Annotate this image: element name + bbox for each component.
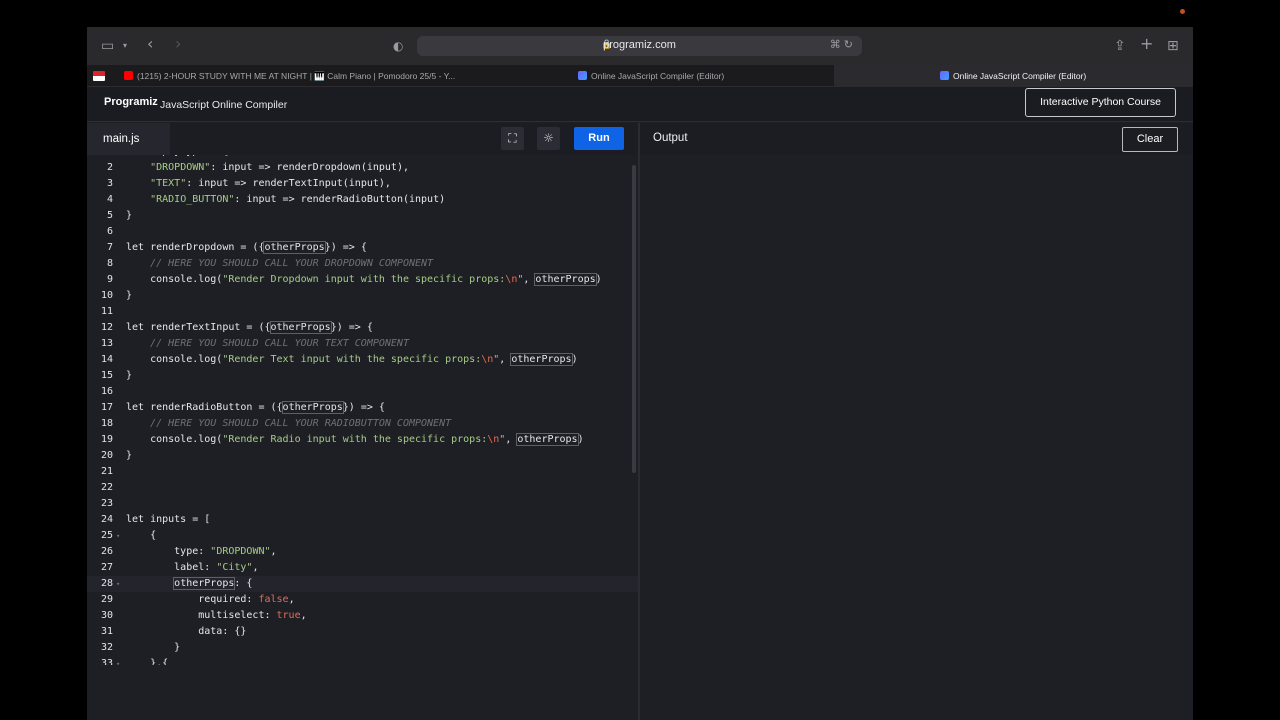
fullscreen-icon[interactable]: ⛶: [501, 127, 524, 150]
page-title: JavaScript Online Compiler: [160, 99, 288, 111]
code-line: 8 // HERE YOU SHOULD CALL YOUR DROPDOWN …: [106, 258, 434, 269]
code-line: 25 ▾ {: [100, 530, 157, 541]
theme-toggle-icon[interactable]: ☼: [537, 127, 560, 150]
code-editor[interactable]: 1let mapByType = { 2 "DROPDOWN": input =…: [87, 155, 638, 720]
tab-overview-icon[interactable]: ⊞: [1167, 37, 1179, 55]
output-header: Output Clear: [640, 123, 1193, 155]
code-line: 16: [100, 386, 113, 397]
run-button[interactable]: Run: [574, 127, 624, 150]
share-icon[interactable]: ⇪: [1114, 37, 1126, 55]
youtube-icon: [124, 71, 133, 80]
code-line: 22: [100, 482, 113, 493]
code-line: 23: [100, 498, 113, 509]
code-line: 19 console.log("Render Radio input with …: [100, 433, 584, 446]
code-line: 26 type: "DROPDOWN",: [100, 546, 277, 557]
code-line: 21: [100, 466, 113, 477]
address-bar[interactable]: 🔒 programiz.com ⌘↻: [417, 36, 862, 56]
flag-icon: [93, 71, 105, 81]
code-line: 33 ▾ },{: [100, 658, 169, 665]
browser-toolbar: ▭ ▾ ‹ › ◐ 🔒 programiz.com ⌘↻ ⇪ + ⊞: [87, 27, 1193, 65]
interactive-course-button[interactable]: Interactive Python Course: [1025, 88, 1176, 117]
code-line: 9 console.log("Render Dropdown input wit…: [106, 273, 602, 286]
code-line: 2 "DROPDOWN": input => renderDropdown(in…: [106, 162, 409, 173]
editor-scrollbar[interactable]: [632, 165, 636, 473]
tab-youtube[interactable]: (1215) 2-HOUR STUDY WITH ME AT NIGHT | 🎹…: [124, 65, 474, 87]
shield-icon[interactable]: ◐: [393, 37, 403, 55]
code-line: 27 label: "City",: [100, 562, 259, 573]
code-line: 12 let renderTextInput = ({otherProps}) =…: [100, 321, 373, 334]
recording-indicator: [1180, 9, 1185, 14]
code-line: 7 let renderDropdown = ({otherProps}) => …: [106, 241, 367, 254]
code-line: 15}: [100, 370, 133, 381]
sidebar-icon[interactable]: ▭: [101, 37, 114, 55]
code-line: 4 "RADIO_BUTTON": input => renderRadioBu…: [106, 194, 446, 205]
tab-bar: (1215) 2-HOUR STUDY WITH ME AT NIGHT | 🎹…: [87, 65, 1193, 87]
site-header: Programiz JavaScript Online Compiler Int…: [87, 87, 1193, 122]
code-line-active: 28 ▾ otherProps: {: [87, 576, 638, 592]
programiz-icon: [940, 71, 949, 80]
tab-label: (1215) 2-HOUR STUDY WITH ME AT NIGHT | 🎹…: [137, 71, 456, 81]
code-line: 31 data: {}: [100, 626, 247, 637]
editor-header: main.js ⛶ ☼ Run: [87, 123, 638, 155]
code-line: 18 // HERE YOU SHOULD CALL YOUR RADIOBUT…: [100, 418, 452, 429]
tab-label: Online JavaScript Compiler (Editor): [953, 71, 1087, 81]
code-line: 14 console.log("Render Text input with t…: [100, 353, 578, 366]
code-line: 10}: [100, 290, 133, 301]
url-text: programiz.com: [603, 39, 676, 51]
code-line: 13 // HERE YOU SHOULD CALL YOUR TEXT COM…: [100, 338, 409, 349]
browser-window: ▭ ▾ ‹ › ◐ 🔒 programiz.com ⌘↻ ⇪ + ⊞ (1215…: [87, 27, 1193, 720]
output-title: Output: [653, 132, 688, 144]
code-line: 6: [106, 226, 113, 237]
code-line: 24 let inputs = [: [100, 514, 211, 525]
new-tab-icon[interactable]: +: [1140, 35, 1153, 53]
programiz-logo[interactable]: Programiz: [104, 96, 158, 108]
tab-programiz-1[interactable]: Online JavaScript Compiler (Editor): [474, 65, 834, 87]
code-line: 17 let renderRadioButton = ({otherProps})…: [100, 401, 385, 414]
clear-button[interactable]: Clear: [1122, 127, 1178, 152]
code-line: 32 }: [100, 642, 181, 653]
code-line: 29 required: false,: [100, 594, 295, 605]
code-line: 5}: [106, 210, 133, 221]
tab-label: Online JavaScript Compiler (Editor): [591, 71, 725, 81]
code-line: 20}: [100, 450, 133, 461]
tab-programiz-active[interactable]: Online JavaScript Compiler (Editor): [834, 65, 1193, 87]
back-icon[interactable]: ‹: [147, 35, 153, 53]
chevron-down-icon[interactable]: ▾: [123, 37, 127, 55]
forward-icon[interactable]: ›: [175, 35, 181, 53]
code-line: 30 multiselect: true,: [100, 610, 307, 621]
file-tab-main-js[interactable]: main.js: [87, 123, 170, 155]
code-line: 3 "TEXT": input => renderTextInput(input…: [106, 178, 391, 189]
output-panel: [640, 155, 1193, 720]
code-line: 11: [100, 306, 113, 317]
programiz-icon: [578, 71, 587, 80]
translate-icon[interactable]: ⌘↻: [830, 38, 856, 51]
